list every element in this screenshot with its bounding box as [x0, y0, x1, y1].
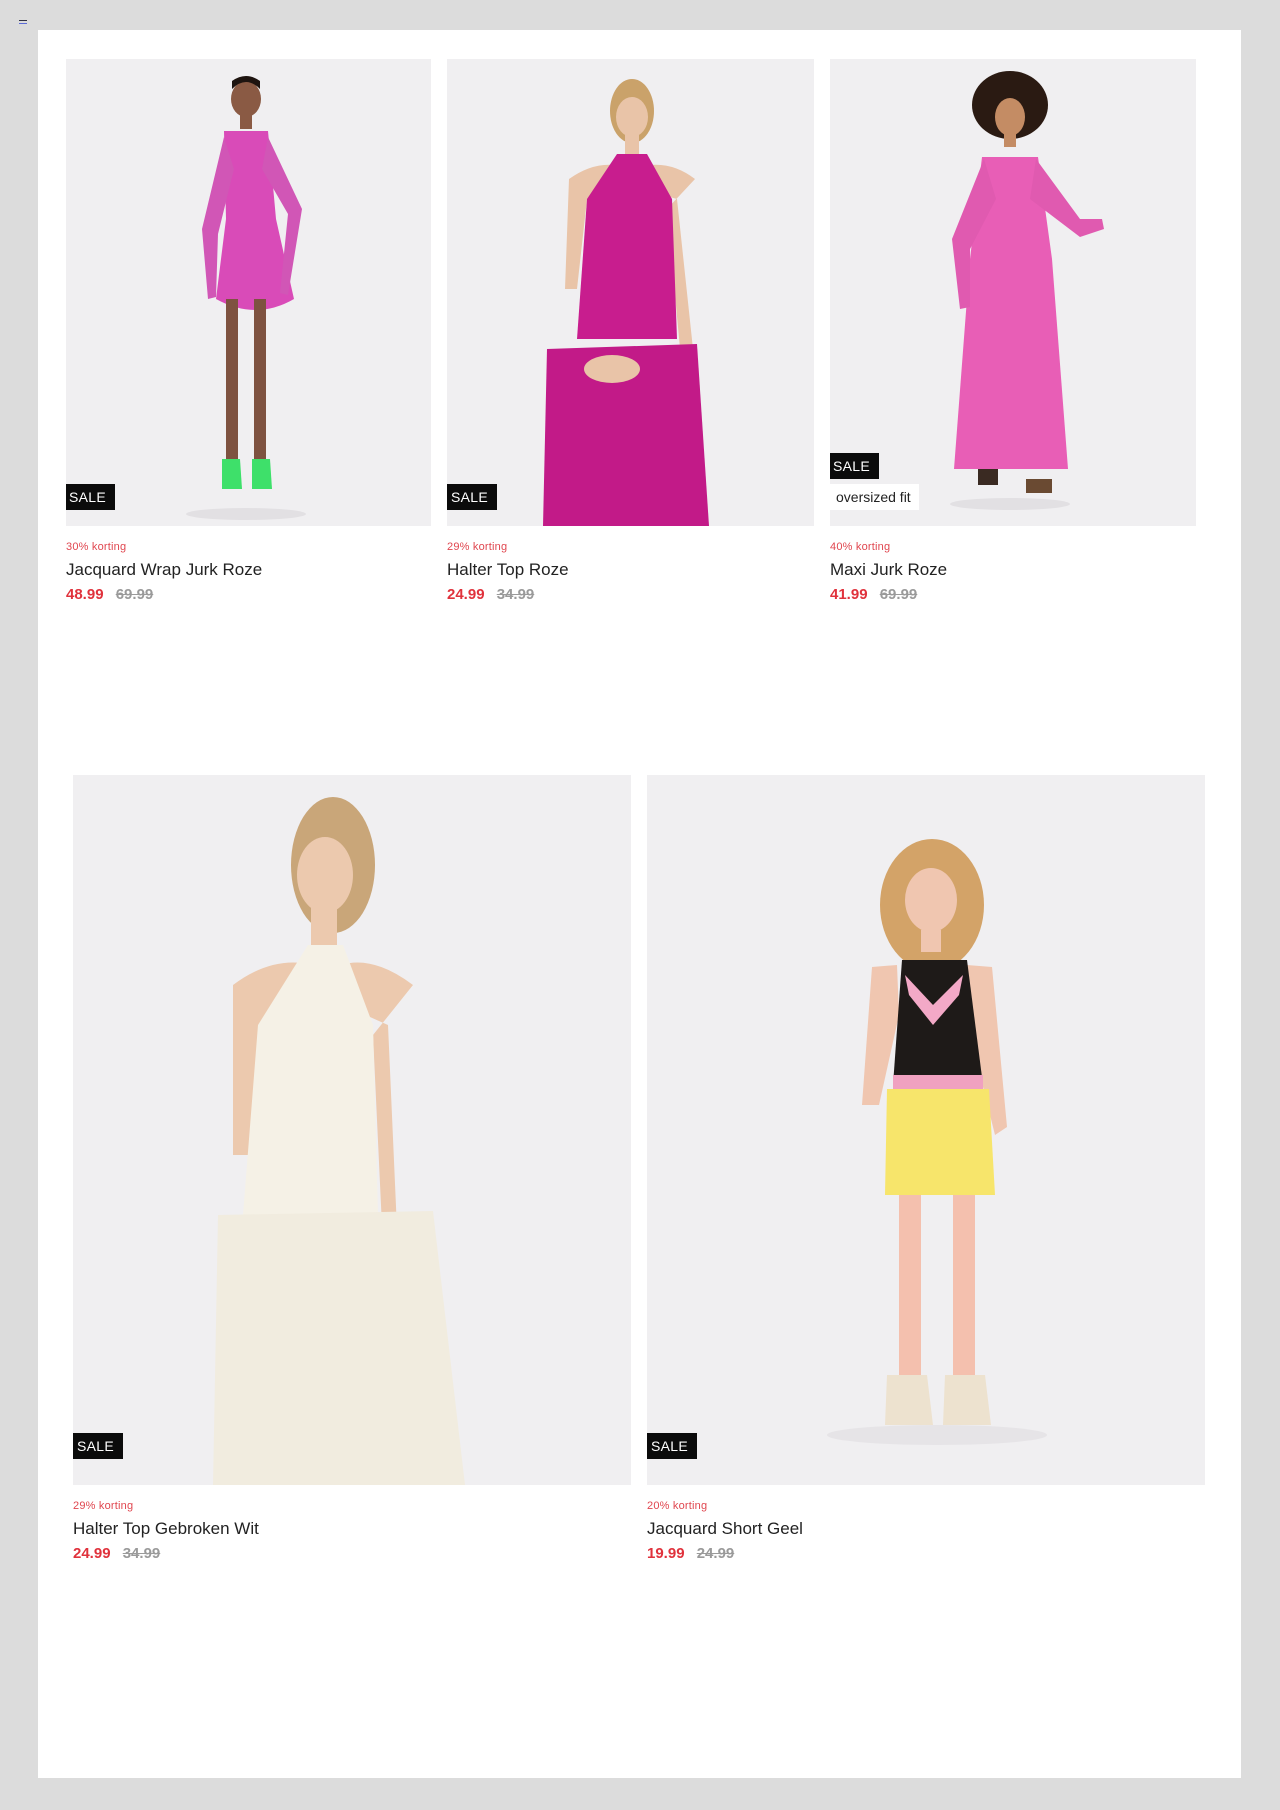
original-price: 69.99 [115, 586, 154, 603]
product-title[interactable]: Jacquard Wrap Jurk Roze [66, 560, 262, 580]
price-row: 41.99 69.99 [830, 586, 947, 603]
product-title[interactable]: Maxi Jurk Roze [830, 560, 947, 580]
discount-label: 29% korting [447, 541, 508, 553]
original-price: 24.99 [696, 1545, 735, 1562]
product-info: 29% korting Halter Top Gebroken Wit 24.9… [73, 1500, 259, 1562]
product-image[interactable]: SALE [447, 59, 814, 526]
sale-price: 19.99 [647, 1545, 685, 1562]
discount-label: 40% korting [830, 541, 891, 553]
product-title[interactable]: Jacquard Short Geel [647, 1519, 803, 1539]
price-row: 48.99 69.99 [66, 586, 262, 603]
product-info: 30% korting Jacquard Wrap Jurk Roze 48.9… [66, 541, 262, 603]
hamburger-icon[interactable] [19, 20, 27, 26]
model-photo-yellow-jacquard-short [827, 839, 1047, 1445]
price-row: 19.99 24.99 [647, 1545, 803, 1562]
product-image[interactable]: SALE [66, 59, 431, 526]
sale-price: 41.99 [830, 586, 868, 603]
model-photo-off-white-halter-top [213, 797, 465, 1485]
model-photo-pink-maxi-dress [950, 71, 1104, 510]
fit-tag: oversized fit [830, 484, 919, 510]
discount-label: 20% korting [647, 1500, 708, 1512]
original-price: 34.99 [496, 586, 535, 603]
product-card-jacquard-wrap-jurk-roze[interactable]: SALE 30% korting Jacquard Wrap Jurk Roze… [66, 59, 431, 619]
product-info: 40% korting Maxi Jurk Roze 41.99 69.99 [830, 541, 947, 603]
product-card-halter-top-roze[interactable]: SALE 29% korting Halter Top Roze 24.99 3… [447, 59, 814, 619]
product-card-halter-top-gebroken-wit[interactable]: SALE 29% korting Halter Top Gebroken Wit… [73, 775, 631, 1575]
discount-label: 30% korting [66, 541, 127, 553]
price-row: 24.99 34.99 [73, 1545, 259, 1562]
product-title[interactable]: Halter Top Gebroken Wit [73, 1519, 259, 1539]
model-photo-pink-wrap-dress [186, 76, 306, 520]
sale-price: 24.99 [447, 586, 485, 603]
model-photo-magenta-halter-top [543, 79, 709, 526]
product-card-maxi-jurk-roze[interactable]: SALE oversized fit 40% korting Maxi Jurk… [830, 59, 1196, 619]
discount-label: 29% korting [73, 1500, 134, 1512]
sale-badge: SALE [66, 484, 115, 510]
product-page: SALE 30% korting Jacquard Wrap Jurk Roze… [38, 30, 1241, 1778]
product-image[interactable]: SALE [647, 775, 1205, 1485]
product-title[interactable]: Halter Top Roze [447, 560, 569, 580]
product-image[interactable]: SALE oversized fit [830, 59, 1196, 526]
original-price: 69.99 [879, 586, 918, 603]
product-card-jacquard-short-geel[interactable]: SALE 20% korting Jacquard Short Geel 19.… [647, 775, 1205, 1575]
price-row: 24.99 34.99 [447, 586, 569, 603]
original-price: 34.99 [122, 1545, 161, 1562]
sale-badge: SALE [73, 1433, 123, 1459]
sale-price: 24.99 [73, 1545, 111, 1562]
product-image[interactable]: SALE [73, 775, 631, 1485]
sale-badge: SALE [647, 1433, 697, 1459]
sale-price: 48.99 [66, 586, 104, 603]
sale-badge: SALE [830, 453, 879, 479]
product-info: 29% korting Halter Top Roze 24.99 34.99 [447, 541, 569, 603]
product-info: 20% korting Jacquard Short Geel 19.99 24… [647, 1500, 803, 1562]
sale-badge: SALE [447, 484, 497, 510]
